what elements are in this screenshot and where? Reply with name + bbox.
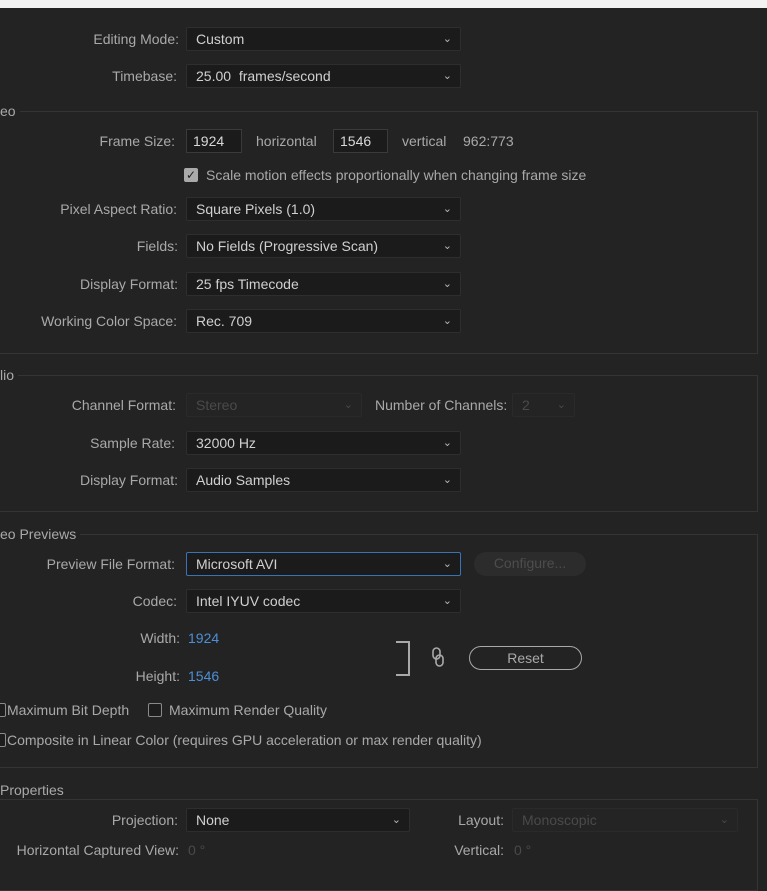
scale-motion-checkbox[interactable]: ✓ <box>184 168 198 182</box>
link-chain-icon[interactable] <box>430 646 446 668</box>
horizontal-captured-view-label: Horizontal Captured View: <box>16 842 179 858</box>
chevron-down-icon: ⌄ <box>442 437 452 449</box>
fields-label: Fields: <box>136 238 178 254</box>
audio-section-title: lio <box>0 366 19 384</box>
preview-file-format-dropdown[interactable]: Microsoft AVI ⌄ <box>186 552 461 576</box>
max-bit-depth-label: Maximum Bit Depth <box>7 702 130 718</box>
num-channels-value: 2 <box>522 397 530 413</box>
preview-width-label: Width: <box>140 630 180 646</box>
num-channels-dropdown[interactable]: 2 ⌄ <box>512 393 575 417</box>
timebase-dropdown[interactable]: 25.00 frames/second ⌄ <box>186 64 461 88</box>
video-display-format-label: Display Format: <box>79 276 178 292</box>
composite-linear-checkbox[interactable] <box>0 733 6 747</box>
vertical-view-value[interactable]: 0 ° <box>514 840 531 860</box>
projection-dropdown[interactable]: None ⌄ <box>186 808 410 832</box>
projection-value: None <box>196 812 230 828</box>
fields-value: No Fields (Progressive Scan) <box>196 238 379 254</box>
checkmark-icon: ✓ <box>185 168 197 182</box>
max-bit-depth-checkbox[interactable] <box>0 703 6 717</box>
pixel-aspect-label: Pixel Aspect Ratio: <box>60 201 177 217</box>
chevron-down-icon: ⌄ <box>719 814 729 826</box>
video-display-format-value: 25 fps Timecode <box>196 276 299 292</box>
preview-height-value[interactable]: 1546 <box>188 666 219 686</box>
sample-rate-value: 32000 Hz <box>196 435 256 451</box>
chevron-down-icon: ⌄ <box>556 399 566 411</box>
codec-value: Intel IYUV codec <box>196 593 301 609</box>
chevron-down-icon: ⌄ <box>442 315 452 327</box>
preview-height-label: Height: <box>135 668 180 684</box>
reset-button[interactable]: Reset <box>469 646 582 670</box>
preview-width-value[interactable]: 1924 <box>188 628 219 648</box>
chevron-down-icon: ⌄ <box>343 399 353 411</box>
chevron-down-icon: ⌄ <box>442 278 452 290</box>
sample-rate-dropdown[interactable]: 32000 Hz ⌄ <box>186 431 461 455</box>
horizontal-label: horizontal <box>256 133 317 149</box>
pixel-aspect-value: Square Pixels (1.0) <box>196 201 316 217</box>
video-display-format-dropdown[interactable]: 25 fps Timecode ⌄ <box>186 272 461 296</box>
color-space-value: Rec. 709 <box>196 313 253 329</box>
editing-mode-label: Editing Mode: <box>93 31 179 47</box>
frame-width-input[interactable]: 1924 <box>186 129 242 153</box>
codec-dropdown[interactable]: Intel IYUV codec ⌄ <box>186 589 461 613</box>
preview-file-format-value: Microsoft AVI <box>196 556 278 572</box>
color-space-label: Working Color Space: <box>41 313 177 329</box>
chevron-down-icon: ⌄ <box>442 70 452 82</box>
max-render-quality-label: Maximum Render Quality <box>169 702 327 718</box>
channel-format-dropdown[interactable]: Stereo ⌄ <box>186 393 362 417</box>
chevron-down-icon: ⌄ <box>442 474 452 486</box>
audio-display-format-dropdown[interactable]: Audio Samples ⌄ <box>186 468 461 492</box>
vertical-label: vertical <box>402 133 447 149</box>
chevron-down-icon: ⌄ <box>442 595 452 607</box>
configure-button[interactable]: Configure... <box>474 552 586 576</box>
layout-dropdown[interactable]: Monoscopic ⌄ <box>512 808 738 832</box>
preview-file-format-label: Preview File Format: <box>46 556 175 572</box>
fields-dropdown[interactable]: No Fields (Progressive Scan) ⌄ <box>186 234 461 258</box>
timebase-label: Timebase: <box>112 68 177 84</box>
vertical-view-label: Vertical: <box>454 842 504 858</box>
link-bracket-icon <box>396 641 410 676</box>
layout-value: Monoscopic <box>522 812 597 828</box>
channel-format-value: Stereo <box>196 397 238 413</box>
aspect-ratio-readout: 962:773 <box>463 133 514 149</box>
layout-label: Layout: <box>458 812 504 828</box>
chevron-down-icon: ⌄ <box>442 558 452 570</box>
audio-display-format-value: Audio Samples <box>196 472 291 488</box>
max-render-quality-checkbox[interactable] <box>148 703 162 717</box>
composite-linear-label: Composite in Linear Color (requires GPU … <box>7 732 482 748</box>
vr-properties-title: Properties <box>0 781 68 799</box>
editing-mode-value: Custom <box>196 31 245 47</box>
video-section-title: eo <box>0 102 20 120</box>
chevron-down-icon: ⌄ <box>442 33 452 45</box>
audio-display-format-label: Display Format: <box>79 472 178 488</box>
color-space-dropdown[interactable]: Rec. 709 ⌄ <box>186 309 461 333</box>
window-top-edge <box>0 0 767 8</box>
frame-size-label: Frame Size: <box>99 133 175 149</box>
pixel-aspect-dropdown[interactable]: Square Pixels (1.0) ⌄ <box>186 197 461 221</box>
num-channels-label: Number of Channels: <box>375 397 508 413</box>
video-previews-title: eo Previews <box>0 525 81 543</box>
editing-mode-dropdown[interactable]: Custom ⌄ <box>186 27 461 51</box>
codec-label: Codec: <box>132 593 177 609</box>
chevron-down-icon: ⌄ <box>442 203 452 215</box>
frame-height-input[interactable]: 1546 <box>333 129 388 153</box>
timebase-value: 25.00 frames/second <box>196 68 331 84</box>
chevron-down-icon: ⌄ <box>442 240 452 252</box>
scale-motion-label: Scale motion effects proportionally when… <box>206 167 587 183</box>
horizontal-captured-view-value[interactable]: 0 ° <box>188 840 205 860</box>
channel-format-label: Channel Format: <box>71 397 176 413</box>
sample-rate-label: Sample Rate: <box>90 435 175 451</box>
projection-label: Projection: <box>111 812 178 828</box>
